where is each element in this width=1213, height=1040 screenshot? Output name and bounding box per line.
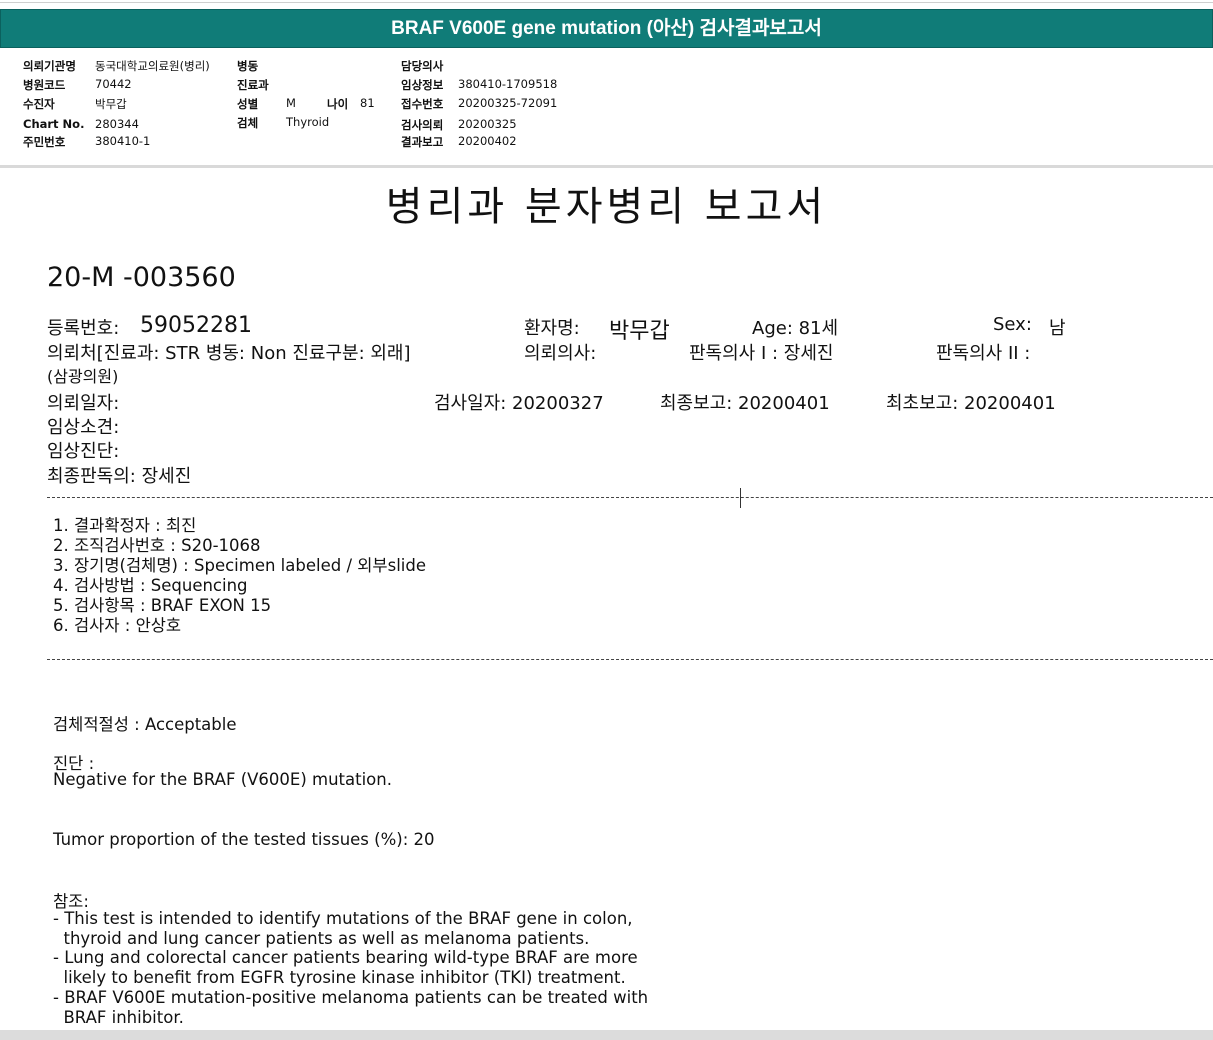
hosp-code-label: 병원코드 (23, 78, 66, 92)
header-info: 의뢰기관명 동국대학교의료원(병리) 병원코드 70442 수진자 박무갑 Ch… (0, 47, 1213, 165)
sex-field-value: 남 (1049, 318, 1066, 339)
id-value: 380410-1 (95, 134, 151, 148)
bottom-bar (0, 1030, 1213, 1040)
report-title: 병리과 분자병리 보고서 (385, 184, 828, 230)
ward-label: 병동 (237, 59, 259, 73)
chart-value: 280344 (95, 117, 139, 131)
sex-value: M (286, 96, 296, 110)
final-report: 최종보고: 20200401 (660, 393, 830, 414)
clinical-value: 380410-1709518 (458, 77, 558, 91)
result-value: 20200402 (458, 134, 517, 148)
clinical-label: 임상정보 (401, 78, 444, 92)
report-code: 20-M -003560 (47, 262, 236, 293)
req-inst-value: 동국대학교의료원(병리) (95, 59, 210, 73)
reader1: 판독의사 I : 장세진 (689, 343, 834, 364)
chart-label: Chart No. (23, 117, 85, 131)
dashed-divider-2 (47, 659, 1213, 660)
report-banner: BRAF V600E gene mutation (아산) 검사결과보고서 (0, 9, 1213, 48)
text-cursor (740, 488, 741, 508)
adequacy: 검체적절성 : Acceptable (53, 715, 237, 734)
specimen-value: Thyroid (286, 115, 330, 129)
age-text: Age: 81세 (752, 318, 839, 339)
referral-clinic: (삼광의원) (47, 367, 119, 386)
dept-label: 진료과 (237, 78, 269, 92)
referral: 의뢰처[진료과: STR 병동: Non 진료구분: 외래] (47, 343, 411, 364)
header-separator (0, 165, 1213, 168)
first-report: 최초보고: 20200401 (886, 393, 1056, 414)
reference-line: - Lung and colorectal cancer patients be… (53, 948, 638, 967)
patient-label: 수진자 (23, 97, 55, 111)
request-date: 의뢰일자: (47, 393, 120, 414)
ref-doctor: 의뢰의사: (524, 343, 597, 364)
test-req-value: 20200325 (458, 117, 517, 131)
receipt-value: 20200325-72091 (458, 96, 558, 110)
top-border (0, 2, 1213, 3)
receipt-label: 접수번호 (401, 97, 444, 111)
test-req-label: 검사의뢰 (401, 118, 444, 132)
age-label: 나이 (327, 97, 349, 111)
clinical-diagnosis: 임상진단: (47, 441, 120, 462)
reader2: 판독의사 II : (936, 343, 1031, 364)
sex-label: 성별 (237, 97, 259, 111)
reg-no-value: 59052281 (140, 313, 252, 338)
patient-value: 박무갑 (95, 97, 127, 111)
req-inst-label: 의뢰기관명 (23, 59, 76, 73)
diagnosis-text: Negative for the BRAF (V600E) mutation. (53, 770, 392, 789)
patient-name-label: 환자명: (524, 318, 580, 339)
test-date: 검사일자: 20200327 (434, 393, 604, 414)
doctor-label: 담당의사 (401, 59, 444, 73)
hosp-code-value: 70442 (95, 77, 132, 91)
reference-line: BRAF inhibitor. (53, 1008, 184, 1027)
specimen-label: 검체 (237, 116, 259, 130)
result-label: 결과보고 (401, 135, 444, 149)
reference-line: thyroid and lung cancer patients as well… (53, 929, 590, 948)
clinical-findings: 임상소견: (47, 417, 120, 438)
list-item: 6. 검사자 : 안상호 (53, 616, 182, 635)
patient-name-value: 박무갑 (609, 319, 670, 344)
final-reader: 최종판독의: 장세진 (47, 466, 192, 487)
id-label: 주민번호 (23, 135, 66, 149)
dashed-divider-1 (47, 497, 1213, 498)
reference-line: - BRAF V600E mutation-positive melanoma … (53, 988, 649, 1007)
tumor-proportion: Tumor proportion of the tested tissues (… (53, 830, 435, 849)
reference-line: - This test is intended to identify muta… (53, 909, 633, 928)
reg-no-label: 등록번호: (47, 318, 120, 339)
reference-line: likely to benefit from EGFR tyrosine kin… (53, 968, 626, 987)
age-value: 81 (360, 96, 375, 110)
sex-field-label: Sex: (993, 314, 1032, 335)
